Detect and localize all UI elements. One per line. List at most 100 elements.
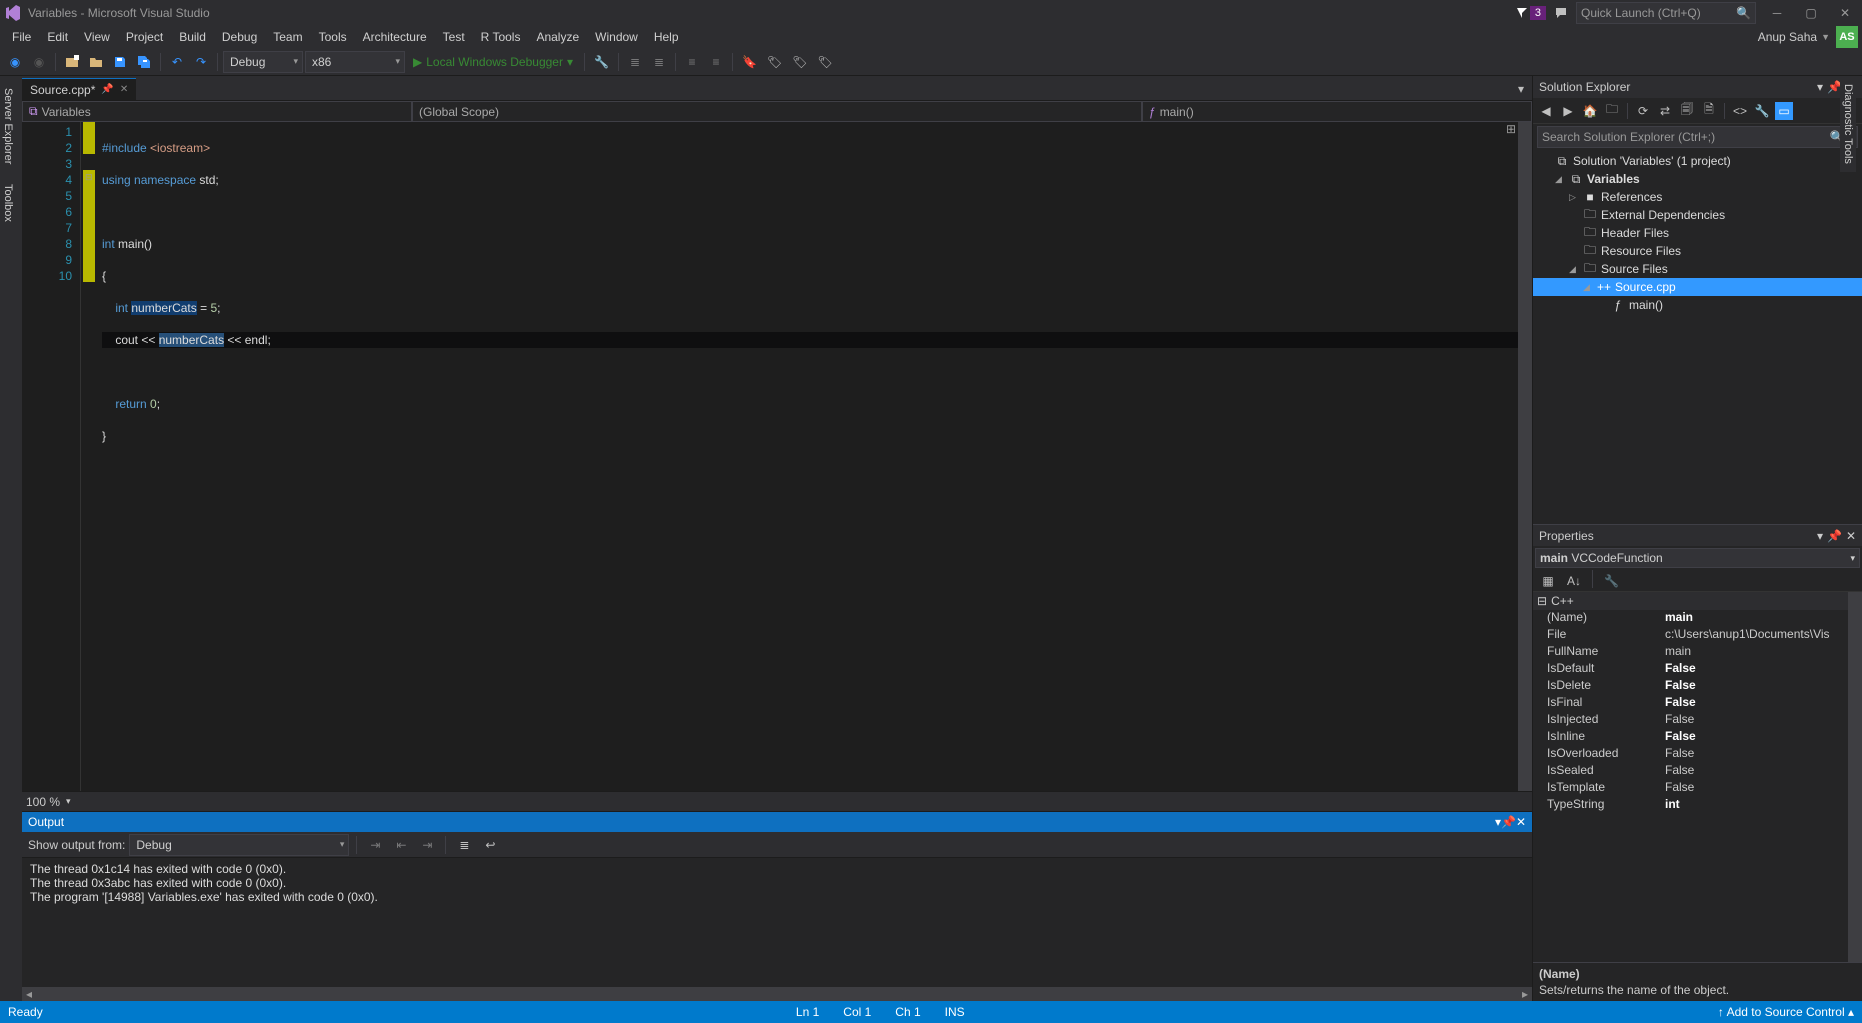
pin-icon[interactable]: 📌 [1501, 815, 1516, 829]
chevron-down-icon[interactable]: ▼ [1821, 32, 1830, 42]
menu-file[interactable]: File [4, 27, 39, 47]
close-panel-icon[interactable]: ✕ [1516, 815, 1526, 829]
menu-help[interactable]: Help [646, 27, 687, 47]
zoom-dropdown-icon[interactable]: ▾ [66, 796, 71, 807]
save-all-button[interactable] [133, 51, 155, 73]
close-button[interactable]: ✕ [1832, 2, 1858, 24]
server-explorer-tab[interactable]: Server Explorer [0, 80, 22, 172]
se-code-icon[interactable]: <> [1731, 102, 1749, 120]
se-collapse-icon[interactable]: ⇄ [1656, 102, 1674, 120]
tree-item[interactable]: ⧉Solution 'Variables' (1 project) [1533, 152, 1862, 170]
se-sync-icon[interactable]: 🗀 [1603, 102, 1621, 120]
menu-view[interactable]: View [76, 27, 118, 47]
source-control-button[interactable]: ↑ Add to Source Control ▴ [1718, 1005, 1854, 1019]
tb-icon-4[interactable]: ≡ [681, 51, 703, 73]
properties-scrollbar[interactable] [1848, 592, 1862, 962]
property-row[interactable]: FullNamemain [1533, 644, 1862, 661]
minimize-button[interactable]: ─ [1764, 2, 1790, 24]
user-avatar[interactable]: AS [1836, 26, 1858, 48]
property-row[interactable]: IsOverloadedFalse [1533, 746, 1862, 763]
tree-item[interactable]: 🗀External Dependencies [1533, 206, 1862, 224]
output-clear-icon[interactable]: ≣ [453, 834, 475, 856]
toolbox-tab[interactable]: Toolbox [0, 176, 22, 230]
diagnostic-tools-tab[interactable]: Diagnostic Tools [1840, 76, 1856, 172]
nav-forward-button[interactable]: ◉ [28, 51, 50, 73]
start-debug-button[interactable]: ▶ Local Windows Debugger ▾ [407, 55, 579, 69]
solution-explorer-header[interactable]: Solution Explorer ▾ 📌 ✕ [1533, 76, 1862, 98]
se-back-icon[interactable]: ◀ [1537, 102, 1555, 120]
nav-back-button[interactable]: ◉ [4, 51, 26, 73]
se-props-icon[interactable]: 🔧 [1753, 102, 1771, 120]
pin-icon[interactable]: 📌 [1827, 529, 1842, 543]
nav-project-dropdown[interactable]: ⧉Variables [22, 101, 412, 122]
menu-debug[interactable]: Debug [214, 27, 265, 47]
user-name-label[interactable]: Anup Saha [1758, 30, 1817, 44]
output-icon-1[interactable]: ⇥ [364, 834, 386, 856]
output-icon-3[interactable]: ⇥ [416, 834, 438, 856]
tb-icon-2[interactable]: ≣ [624, 51, 646, 73]
menu-project[interactable]: Project [118, 27, 171, 47]
category-cpp[interactable]: ⊟C++ [1533, 592, 1862, 610]
menu-tools[interactable]: Tools [311, 27, 355, 47]
property-row[interactable]: TypeStringint [1533, 797, 1862, 814]
se-home-icon[interactable]: 🏠 [1581, 102, 1599, 120]
new-project-button[interactable] [61, 51, 83, 73]
properties-header[interactable]: Properties ▾ 📌 ✕ [1533, 524, 1862, 546]
config-dropdown[interactable]: Debug [223, 51, 303, 73]
tb-icon-7[interactable]: 🏷 [763, 51, 786, 73]
code-area[interactable]: #include <iostream> using namespace std;… [98, 122, 1518, 791]
feedback-icon[interactable] [1554, 6, 1568, 20]
tree-item[interactable]: ƒmain() [1533, 296, 1862, 314]
zoom-level[interactable]: 100 % [26, 795, 60, 809]
pin-icon[interactable]: 📌 [101, 84, 113, 95]
redo-button[interactable]: ↷ [190, 51, 212, 73]
tb-bookmark-icon[interactable]: 🔖 [738, 51, 761, 73]
property-row[interactable]: IsTemplateFalse [1533, 780, 1862, 797]
solution-explorer-tree[interactable]: ⧉Solution 'Variables' (1 project)◢⧉Varia… [1533, 150, 1862, 524]
document-tab-source[interactable]: Source.cpp* 📌 ✕ [22, 78, 136, 100]
tree-item[interactable]: ◢⧉Variables [1533, 170, 1862, 188]
se-showall-icon[interactable]: 🗐 [1678, 102, 1696, 120]
code-editor[interactable]: 1 2 3 4 5 6 7 8 9 10 ⊟ #include <iostrea… [22, 122, 1532, 791]
tb-icon-9[interactable]: 🏷 [813, 51, 836, 73]
close-tab-icon[interactable]: ✕ [120, 84, 128, 95]
se-preview-icon[interactable]: ▭ [1775, 102, 1793, 120]
tree-item[interactable]: 🗀Header Files [1533, 224, 1862, 242]
property-row[interactable]: IsInjectedFalse [1533, 712, 1862, 729]
tree-item[interactable]: ◢++Source.cpp [1533, 278, 1862, 296]
output-header[interactable]: Output ▾ 📌 ✕ [22, 812, 1532, 832]
menu-architecture[interactable]: Architecture [355, 27, 435, 47]
tree-item[interactable]: ▷■References [1533, 188, 1862, 206]
tab-overflow-icon[interactable]: ▾ [1510, 78, 1532, 100]
tree-item[interactable]: ◢🗀Source Files [1533, 260, 1862, 278]
window-position-icon[interactable]: ▾ [1817, 80, 1823, 94]
output-icon-2[interactable]: ⇤ [390, 834, 412, 856]
property-row[interactable]: (Name)main [1533, 610, 1862, 627]
output-scrollbar[interactable]: ◂▸ [22, 987, 1532, 1001]
property-row[interactable]: Filec:\Users\anup1\Documents\Vis [1533, 627, 1862, 644]
tb-icon-3[interactable]: ≣ [648, 51, 670, 73]
save-button[interactable] [109, 51, 131, 73]
properties-grid[interactable]: ⊟C++ (Name)mainFilec:\Users\anup1\Docume… [1533, 592, 1862, 962]
menu-build[interactable]: Build [171, 27, 214, 47]
quick-launch-input[interactable]: Quick Launch (Ctrl+Q) 🔍 [1576, 2, 1756, 24]
undo-button[interactable]: ↶ [166, 51, 188, 73]
tb-icon-1[interactable]: 🔧 [590, 51, 613, 73]
property-row[interactable]: IsDefaultFalse [1533, 661, 1862, 678]
tree-item[interactable]: 🗀Resource Files [1533, 242, 1862, 260]
categorized-icon[interactable]: ▦ [1537, 570, 1559, 592]
prop-pages-icon[interactable]: 🔧 [1600, 570, 1623, 592]
property-row[interactable]: IsInlineFalse [1533, 729, 1862, 746]
nav-scope-dropdown[interactable]: (Global Scope) [412, 101, 1142, 122]
output-text[interactable]: The thread 0x1c14 has exited with code 0… [22, 858, 1532, 987]
open-file-button[interactable] [85, 51, 107, 73]
maximize-button[interactable]: ▢ [1798, 2, 1824, 24]
se-fwd-icon[interactable]: ▶ [1559, 102, 1577, 120]
output-source-dropdown[interactable]: Debug [129, 834, 349, 856]
split-icon[interactable]: ⊞ [1506, 122, 1518, 134]
menu-team[interactable]: Team [265, 27, 310, 47]
solution-explorer-search[interactable]: Search Solution Explorer (Ctrl+;) 🔍 ▾ [1537, 126, 1858, 148]
properties-object-dropdown[interactable]: main VCCodeFunction▾ [1535, 548, 1860, 568]
menu-window[interactable]: Window [587, 27, 646, 47]
platform-dropdown[interactable]: x86 [305, 51, 405, 73]
